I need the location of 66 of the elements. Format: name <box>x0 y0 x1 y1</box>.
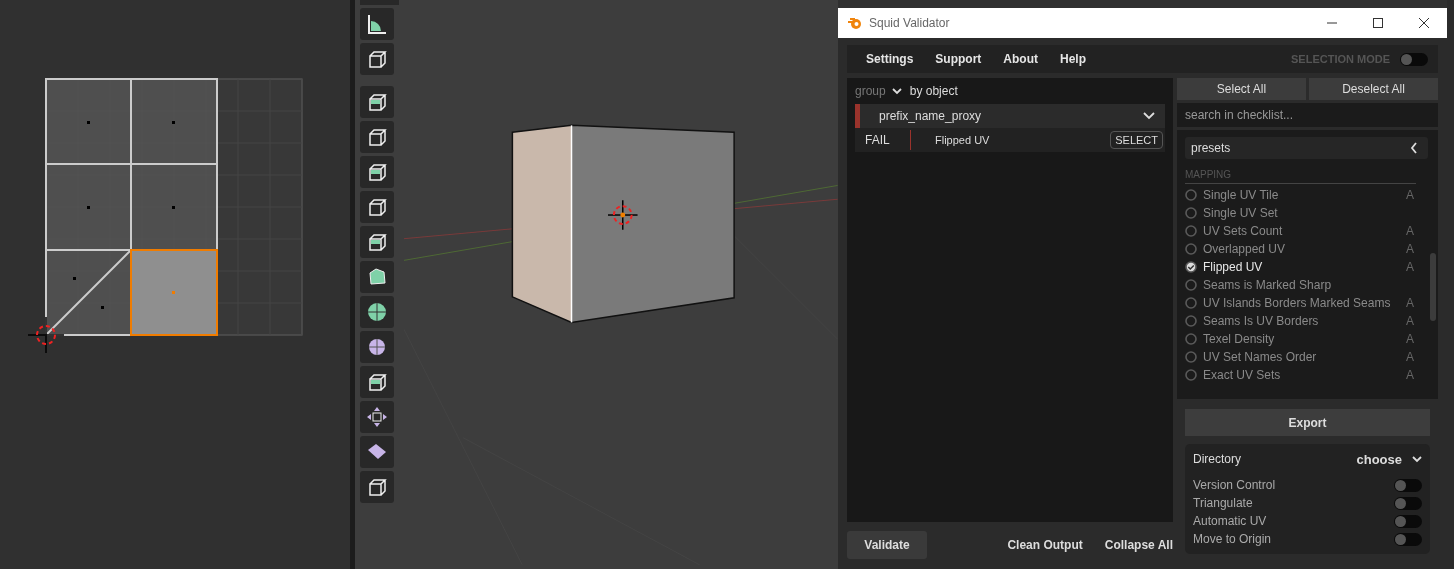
maximize-icon <box>1372 17 1384 29</box>
checklist-item[interactable]: Texel Density A <box>1185 330 1428 348</box>
checklist-item[interactable]: Single UV Tile A <box>1185 186 1428 204</box>
chevron-left-icon <box>1410 142 1418 154</box>
option-toggle[interactable] <box>1394 478 1422 492</box>
extrude-tool[interactable] <box>360 86 394 118</box>
menu-item[interactable]: Settings <box>866 52 914 66</box>
scrollbar-thumb[interactable] <box>1430 253 1436 321</box>
deselect-all-button[interactable]: Deselect All <box>1309 78 1438 100</box>
result-check-name: Flipped UV <box>934 134 991 146</box>
directory-dropdown[interactable]: choose <box>1356 451 1422 467</box>
auto-fix-marker: A <box>1406 224 1414 238</box>
cursor-icon <box>607 199 639 231</box>
checklist-item[interactable]: UV Sets Count A <box>1185 222 1428 240</box>
menu-item[interactable]: Help <box>1060 52 1086 66</box>
option-label: Triangulate <box>1193 496 1253 510</box>
app-logo-icon <box>847 16 863 30</box>
result-status: FAIL <box>865 130 911 150</box>
option-label: Automatic UV <box>1193 514 1267 528</box>
search-field[interactable]: search in checklist... <box>1177 103 1438 127</box>
checklist-item[interactable]: Seams Is UV Borders A <box>1185 312 1428 330</box>
auto-fix-marker: A <box>1406 368 1414 382</box>
selection-mode-toggle[interactable] <box>1400 52 1428 66</box>
menu-item[interactable]: Support <box>935 52 982 66</box>
checklist-item[interactable]: Seams is Marked Sharp <box>1185 276 1428 294</box>
export-button[interactable]: Export <box>1185 409 1430 436</box>
collapse-all-button[interactable]: Collapse All <box>1104 538 1173 552</box>
close-icon <box>1418 17 1430 29</box>
object-group-header[interactable]: prefix_name_proxy <box>855 104 1165 128</box>
option-toggle[interactable] <box>1394 514 1422 528</box>
polygon-tool[interactable] <box>360 261 394 293</box>
move-arrows-icon <box>365 405 389 429</box>
select-button[interactable]: SELECT <box>1110 131 1163 149</box>
group-label: group <box>855 84 886 98</box>
group-dropdown[interactable]: by object <box>891 84 958 98</box>
auto-fix-marker: A <box>1406 350 1414 364</box>
auto-fix-marker: A <box>1406 188 1414 202</box>
checklist-item[interactable]: Single UV Set <box>1185 204 1428 222</box>
move-arrows-tool[interactable] <box>360 401 394 433</box>
option-toggle[interactable] <box>1394 496 1422 510</box>
sphere-tool[interactable] <box>360 331 394 363</box>
chevron-down-icon <box>1412 455 1422 463</box>
option-label: Move to Origin <box>1193 532 1272 546</box>
checklist-item[interactable]: Flipped UV A <box>1185 258 1428 276</box>
auto-fix-marker: A <box>1406 242 1414 256</box>
chevron-down-icon <box>1143 112 1155 120</box>
auto-fix-marker: A <box>1406 260 1414 274</box>
option-label: Version Control <box>1193 478 1276 492</box>
auto-fix-marker: A <box>1406 332 1414 346</box>
clean-output-button[interactable]: Clean Output <box>1007 538 1083 552</box>
directory-label: Directory <box>1193 452 1241 466</box>
window-title: Squid Validator <box>869 16 951 30</box>
checklist-item[interactable]: Overlapped UV A <box>1185 240 1428 258</box>
presets-dropdown[interactable]: presets <box>1185 137 1428 159</box>
menu-item[interactable]: About <box>1003 52 1038 66</box>
validate-button[interactable]: Validate <box>847 531 927 559</box>
chevron-down-icon <box>891 87 902 95</box>
checklist-item[interactable]: Exact UV Sets A <box>1185 366 1428 384</box>
checklist-item[interactable]: UV Islands Borders Marked Seams A <box>1185 294 1428 312</box>
select-all-button[interactable]: Select All <box>1177 78 1306 100</box>
cursor-icon <box>27 316 65 354</box>
checklist-item[interactable]: UV Set Names Order A <box>1185 348 1428 366</box>
section-header: MAPPING <box>1185 166 1416 184</box>
auto-fix-marker: A <box>1406 314 1414 328</box>
auto-fix-marker: A <box>1406 296 1414 310</box>
option-toggle[interactable] <box>1394 532 1422 546</box>
